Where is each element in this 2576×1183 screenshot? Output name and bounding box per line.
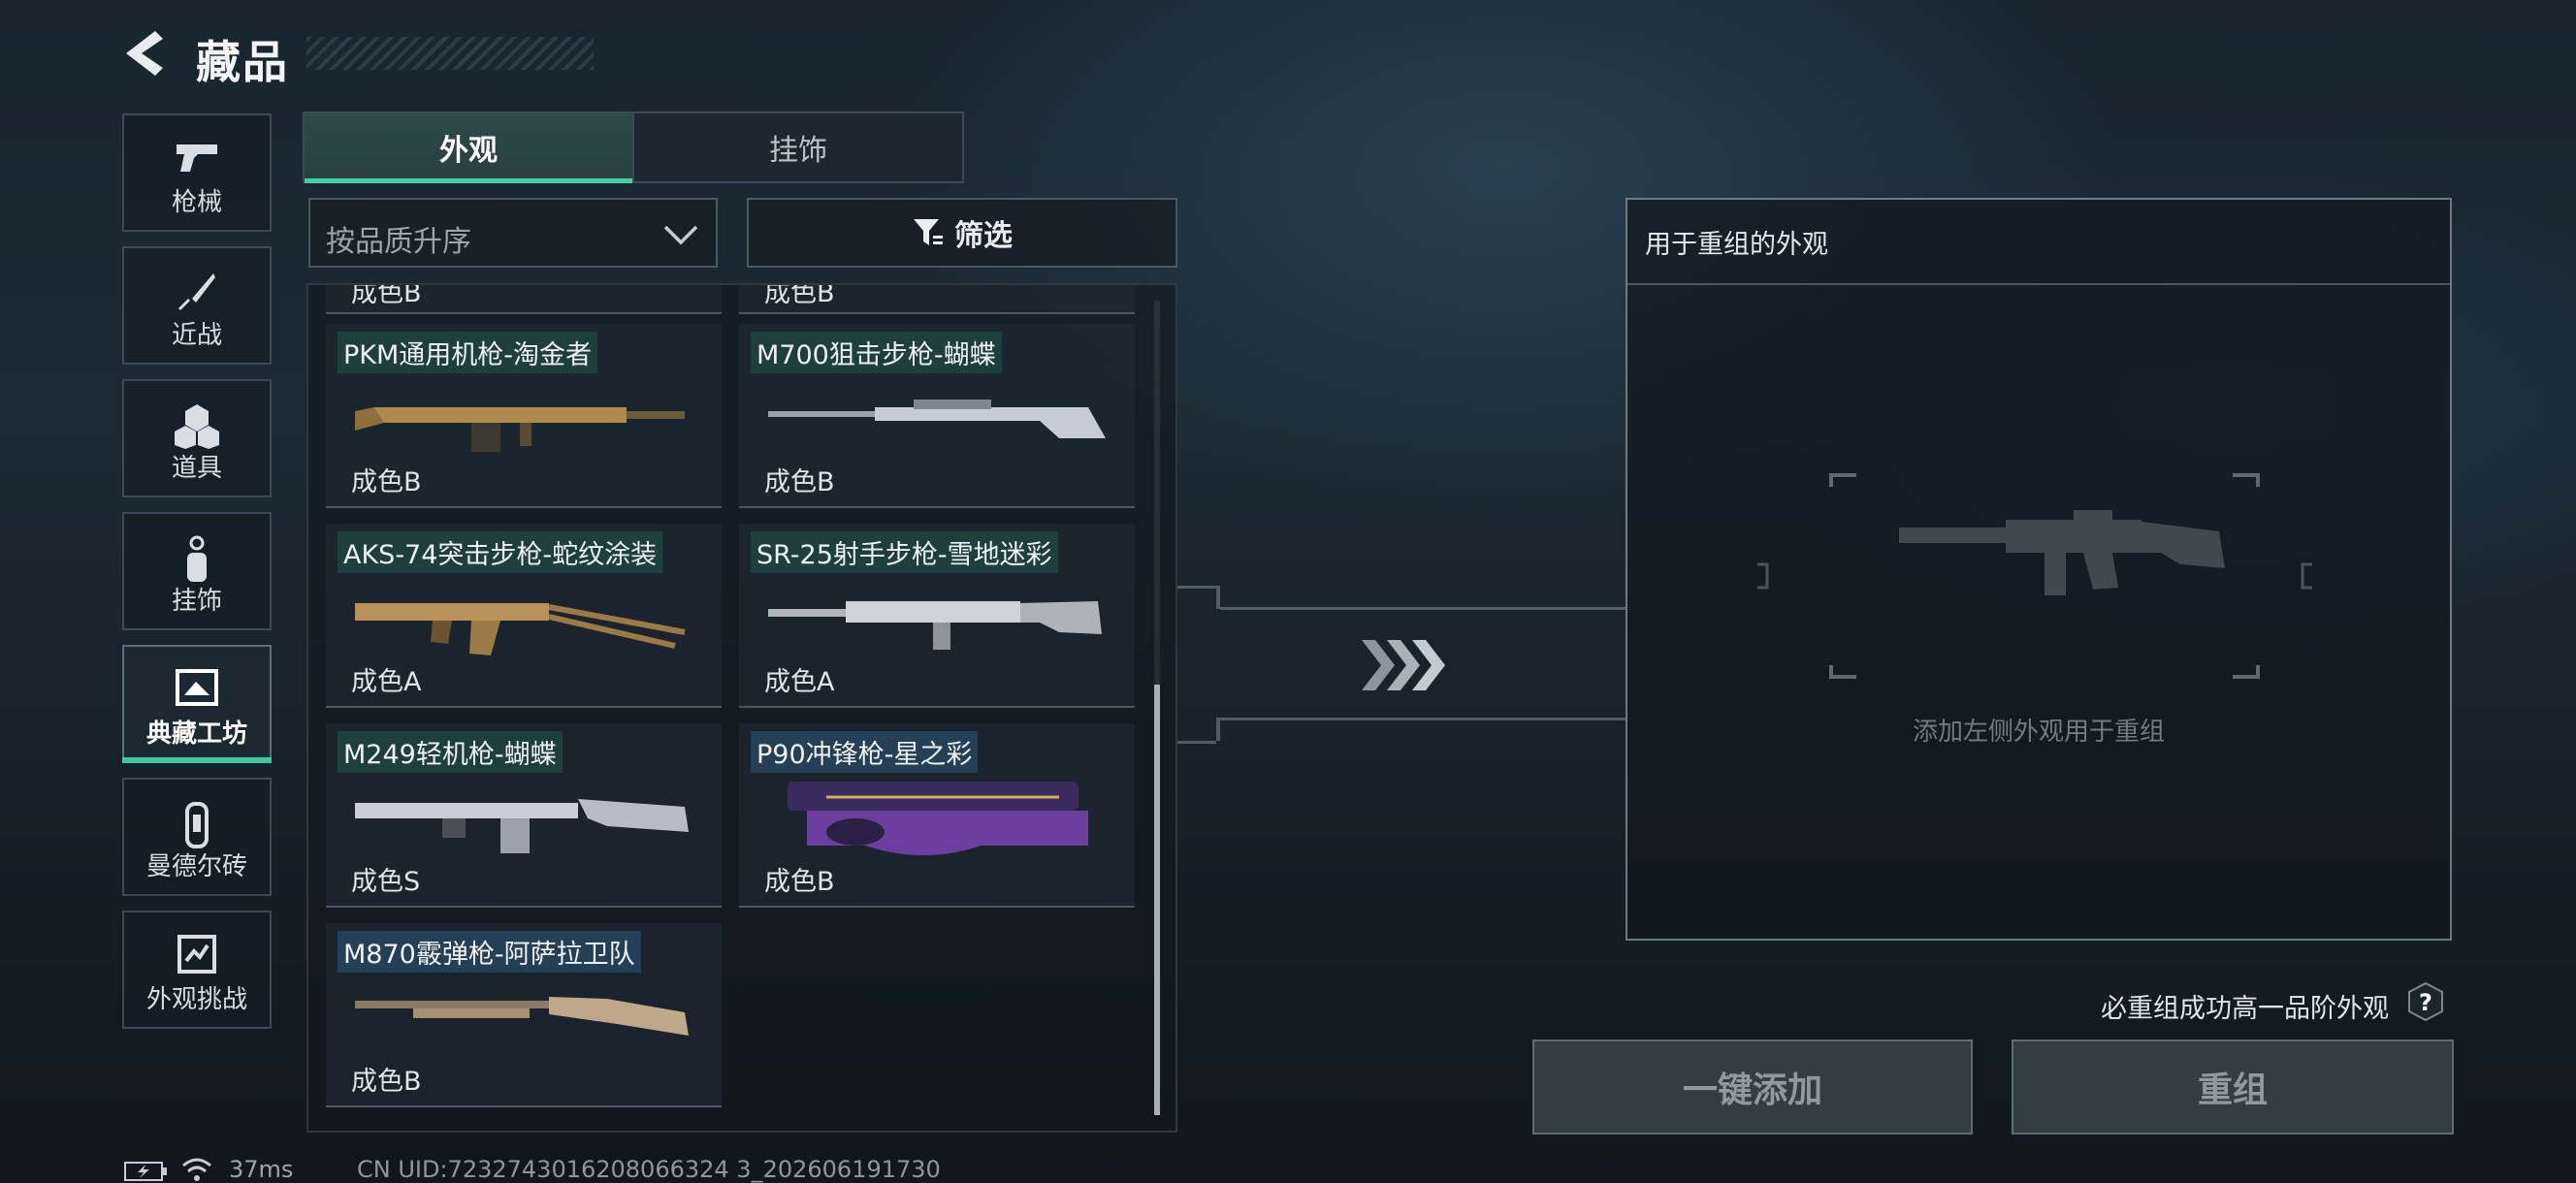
- recombine-button[interactable]: 重组: [2012, 1039, 2454, 1135]
- back-arrow-icon[interactable]: [120, 27, 169, 80]
- chevron-down-icon: [663, 225, 698, 245]
- skin-name: M870霰弹枪-阿萨拉卫队: [338, 931, 641, 973]
- tab-bar: 外观 挂饰: [303, 112, 964, 183]
- skin-card[interactable]: M870霰弹枪-阿萨拉卫队 成色B: [326, 923, 722, 1107]
- page-title: 藏品: [196, 36, 289, 88]
- skin-card[interactable]: 成色B: [326, 285, 722, 314]
- skin-name: P90冲锋枪-星之彩: [751, 731, 979, 773]
- skin-name: M249轻机枪-蝴蝶: [338, 731, 563, 773]
- m870-shotgun-icon: [355, 997, 689, 1036]
- recombine-guarantee-note: 必重组成功高一品阶外观: [2101, 994, 2389, 1024]
- skin-card[interactable]: M700狙击步枪-蝴蝶 成色B: [739, 324, 1135, 508]
- sort-dropdown-label: 按品质升序: [326, 225, 471, 259]
- connector-line: [1216, 586, 1220, 609]
- aks74-rifle-icon: [355, 603, 686, 655]
- skin-quality: 成色B: [351, 1067, 422, 1097]
- connector-line: [1220, 718, 1626, 720]
- sidebar-item-label: 道具: [171, 454, 222, 483]
- sidebar-item-label: 近战: [171, 321, 222, 350]
- m700-sniper-rifle-icon: [768, 400, 1106, 438]
- add-all-button[interactable]: 一键添加: [1532, 1039, 1973, 1135]
- challenge-icon: [177, 935, 216, 974]
- skin-card[interactable]: AKS-74突击步枪-蛇纹涂装 成色A: [326, 524, 722, 708]
- skin-list: 成色B 成色B PKM通用机枪-淘金者 成色B M700狙击步枪-蝴蝶 成色B …: [306, 283, 1177, 1133]
- sort-dropdown[interactable]: 按品质升序: [308, 198, 718, 268]
- m249-light-machine-gun-icon: [355, 799, 689, 853]
- sr25-marksman-rifle-icon: [768, 601, 1102, 650]
- skin-card[interactable]: M249轻机枪-蝴蝶 成色S: [326, 723, 722, 908]
- skin-quality: 成色A: [764, 667, 835, 697]
- skin-card[interactable]: P90冲锋枪-星之彩 成色B: [739, 723, 1135, 908]
- user-uid: CN UID:7232743016208066324 3_20260619173…: [357, 1156, 941, 1183]
- skin-name: SR-25射手步枪-雪地迷彩: [751, 531, 1058, 573]
- sidebar-item-label: 枪械: [171, 188, 222, 217]
- skin-card[interactable]: PKM通用机枪-淘金者 成色B: [326, 324, 722, 508]
- skin-name: PKM通用机枪-淘金者: [338, 332, 598, 373]
- wifi-icon: [182, 1158, 211, 1181]
- sidebar-item-mandel-brick[interactable]: 曼德尔砖: [122, 778, 272, 896]
- skin-name: AKS-74突击步枪-蛇纹涂装: [338, 531, 663, 573]
- grenade-cluster-icon: [175, 404, 219, 449]
- skin-card[interactable]: SR-25射手步枪-雪地迷彩 成色A: [739, 524, 1135, 708]
- charm-icon: [187, 535, 207, 582]
- skin-quality: 成色B: [351, 467, 422, 497]
- skin-quality: 成色B: [764, 467, 835, 497]
- mandel-brick-icon: [185, 802, 209, 848]
- filter-button[interactable]: 筛选: [747, 198, 1177, 268]
- pkm-machine-gun-icon: [355, 407, 685, 452]
- tab-skins[interactable]: 外观: [305, 113, 632, 183]
- skin-quality: 成色S: [351, 867, 421, 897]
- forward-arrows-icon: [1362, 640, 1445, 690]
- battery-icon: [124, 1162, 167, 1181]
- pistol-icon: [177, 144, 217, 172]
- svg-text:?: ?: [2419, 989, 2432, 1016]
- empty-slot-placeholder[interactable]: [1754, 471, 2316, 704]
- knife-icon: [178, 273, 215, 310]
- sidebar-item-melee[interactable]: 近战: [122, 246, 272, 365]
- connector-line: [1177, 586, 1216, 589]
- title-decoration: [306, 37, 594, 70]
- tab-charms[interactable]: 挂饰: [632, 113, 962, 181]
- sidebar-item-label: 曼德尔砖: [145, 852, 247, 881]
- empty-hint-text: 添加左侧外观用于重组: [1912, 718, 2165, 747]
- help-icon[interactable]: ?: [2405, 981, 2446, 1022]
- connector-line: [1177, 741, 1216, 744]
- sidebar-item-charms[interactable]: 挂饰: [122, 512, 272, 630]
- list-scrollbar-thumb[interactable]: [1154, 685, 1160, 1115]
- skin-quality: 成色B: [351, 285, 422, 308]
- ping-readout: 37ms: [229, 1156, 294, 1183]
- recombine-panel: 用于重组的外观 添加左侧外观用于重组: [1626, 198, 2452, 941]
- skin-quality: 成色B: [764, 285, 835, 308]
- rifle-silhouette-icon: [1899, 510, 2225, 595]
- sidebar-item-label: 外观挑战: [145, 985, 247, 1014]
- sidebar-item-tools[interactable]: 道具: [122, 379, 272, 497]
- workshop-icon: [176, 669, 218, 706]
- connector-line: [1220, 607, 1626, 610]
- filter-icon: [914, 219, 943, 245]
- skin-card[interactable]: 成色B: [739, 285, 1135, 314]
- connector-line: [1216, 718, 1220, 741]
- sidebar-item-workshop[interactable]: 典藏工坊: [122, 645, 272, 763]
- p90-smg-icon: [788, 782, 1088, 855]
- panel-title: 用于重组的外观: [1645, 230, 1828, 260]
- skin-name: M700狙击步枪-蝴蝶: [751, 332, 1002, 373]
- panel-header: 用于重组的外观: [1627, 200, 2450, 285]
- sidebar-item-skin-challenge[interactable]: 外观挑战: [122, 911, 272, 1029]
- skin-quality: 成色A: [351, 667, 422, 697]
- skin-quality: 成色B: [764, 867, 835, 897]
- sidebar-item-label: 挂饰: [171, 587, 222, 616]
- sidebar-item-label: 典藏工坊: [145, 719, 247, 749]
- sidebar-item-firearms[interactable]: 枪械: [122, 113, 272, 232]
- filter-button-label: 筛选: [954, 219, 1013, 253]
